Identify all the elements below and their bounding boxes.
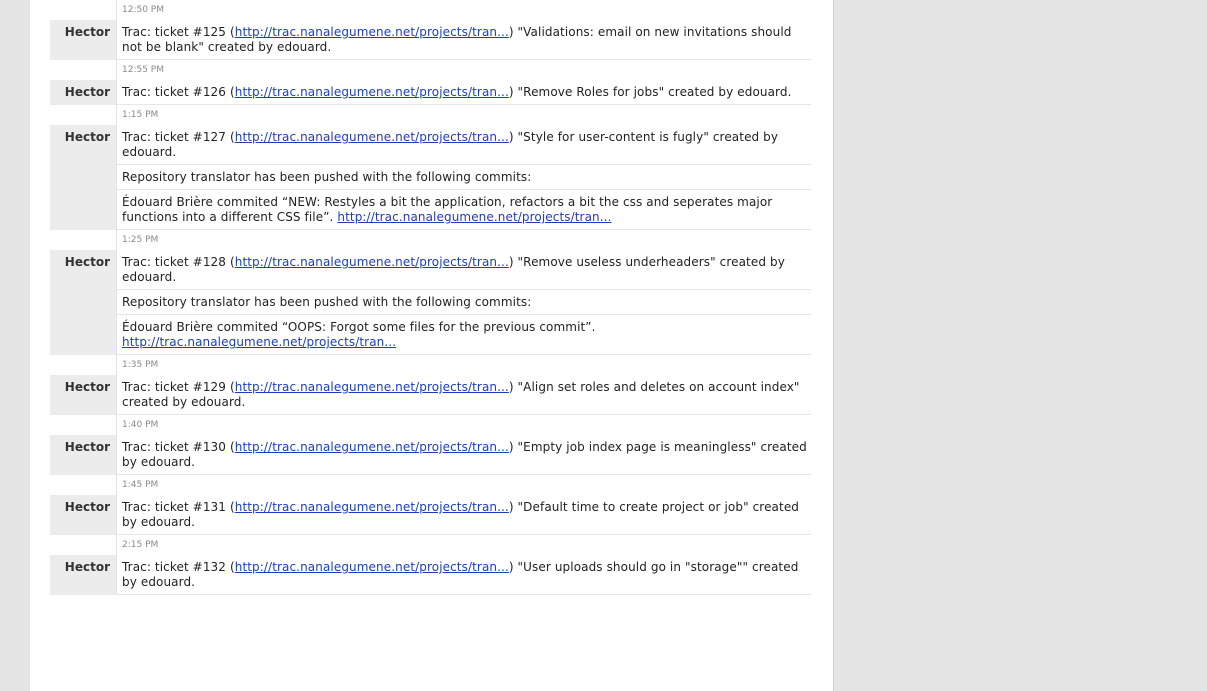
timestamp-row: 12:55 PM [50,60,811,80]
author-name: Hector [50,495,116,535]
message-row: Hector Trac: ticket #132 (http://trac.nan… [50,555,811,595]
ticket-link[interactable]: http://trac.nanalegumene.net/projects/tr… [122,335,396,349]
ticket-link[interactable]: http://trac.nanalegumene.net/projects/tr… [235,255,509,269]
author-name: Hector [50,555,116,595]
message-group: 1:35 PM Hector Trac: ticket #129 (http://t… [50,355,811,415]
message-text-prefix: Repository translator has been pushed wi… [122,295,532,309]
timestamp: 1:40 PM [116,415,811,435]
message-bodies: Trac: ticket #132 (http://trac.nanalegum… [116,555,811,595]
message-text: Édouard Brière commited “NEW: Restyles a… [117,190,811,230]
message-text: Trac: ticket #131 (http://trac.nanalegum… [117,495,811,535]
timestamp-row: 1:15 PM [50,105,811,125]
message-bodies: Trac: ticket #127 (http://trac.nanalegum… [116,125,811,230]
author-name: Hector [50,80,116,105]
timestamp: 12:50 PM [116,0,811,20]
ticket-link[interactable]: http://trac.nanalegumene.net/projects/tr… [235,85,509,99]
message-group: 12:50 PM Hector Trac: ticket #125 (http://… [50,0,811,60]
author-name: Hector [50,250,116,355]
message-row: Hector Trac: ticket #130 (http://trac.nan… [50,435,811,475]
timestamp-gutter [50,0,116,20]
timestamp-gutter [50,415,116,435]
ticket-link[interactable]: http://trac.nanalegumene.net/projects/tr… [337,210,611,224]
message-row: Hector Trac: ticket #125 (http://trac.nan… [50,20,811,60]
message-row: Hector Trac: ticket #129 (http://trac.nan… [50,375,811,415]
message-text: Trac: ticket #128 (http://trac.nanalegum… [117,250,811,290]
message-text: Trac: ticket #127 (http://trac.nanalegum… [117,125,811,165]
message-row: Hector Trac: ticket #131 (http://trac.nan… [50,495,811,535]
message-text: Édouard Brière commited “OOPS: Forgot so… [117,315,811,355]
message-text-prefix: Trac: ticket #126 ( [122,85,235,99]
message-text-prefix: Trac: ticket #130 ( [122,440,235,454]
message-text-prefix: Repository translator has been pushed wi… [122,170,532,184]
ticket-link[interactable]: http://trac.nanalegumene.net/projects/tr… [235,500,509,514]
timestamp-row: 1:35 PM [50,355,811,375]
timestamp: 1:25 PM [116,230,811,250]
message-group: 1:45 PM Hector Trac: ticket #131 (http://t… [50,475,811,535]
timestamp-row: 12:50 PM [50,0,811,20]
ticket-link[interactable]: http://trac.nanalegumene.net/projects/tr… [235,130,509,144]
message-text: Trac: ticket #125 (http://trac.nanalegum… [117,20,811,60]
ticket-link[interactable]: http://trac.nanalegumene.net/projects/tr… [235,380,509,394]
message-bodies: Trac: ticket #129 (http://trac.nanalegum… [116,375,811,415]
author-name: Hector [50,435,116,475]
ticket-link[interactable]: http://trac.nanalegumene.net/projects/tr… [235,560,509,574]
timestamp: 1:35 PM [116,355,811,375]
timestamp: 1:45 PM [116,475,811,495]
message-text: Trac: ticket #130 (http://trac.nanalegum… [117,435,811,475]
timestamp-gutter [50,355,116,375]
message-bodies: Trac: ticket #131 (http://trac.nanalegum… [116,495,811,535]
timestamp-row: 1:45 PM [50,475,811,495]
message-text: Repository translator has been pushed wi… [117,165,811,190]
timestamp-gutter [50,105,116,125]
timestamp-gutter [50,230,116,250]
message-text-prefix: Trac: ticket #132 ( [122,560,235,574]
ticket-link[interactable]: http://trac.nanalegumene.net/projects/tr… [235,440,509,454]
message-bodies: Trac: ticket #125 (http://trac.nanalegum… [116,20,811,60]
message-text-prefix: Édouard Brière commited “OOPS: Forgot so… [122,320,596,334]
message-text-suffix: ) "Remove Roles for jobs" created by edo… [508,85,792,99]
message-row: Hector Trac: ticket #127 (http://trac.nan… [50,125,811,230]
message-text-prefix: Trac: ticket #127 ( [122,130,235,144]
timestamp: 1:15 PM [116,105,811,125]
timestamp: 12:55 PM [116,60,811,80]
message-text: Trac: ticket #126 (http://trac.nanalegum… [117,80,811,105]
author-name: Hector [50,375,116,415]
message-bodies: Trac: ticket #126 (http://trac.nanalegum… [116,80,811,105]
chat-panel: 12:50 PM Hector Trac: ticket #125 (http://… [30,0,834,691]
message-group: 2:15 PM Hector Trac: ticket #132 (http://t… [50,535,811,595]
message-text: Trac: ticket #129 (http://trac.nanalegum… [117,375,811,415]
timestamp-gutter [50,60,116,80]
message-text: Trac: ticket #132 (http://trac.nanalegum… [117,555,811,595]
timestamp-gutter [50,535,116,555]
message-group: 1:40 PM Hector Trac: ticket #130 (http://t… [50,415,811,475]
message-bodies: Trac: ticket #128 (http://trac.nanalegum… [116,250,811,355]
timestamp-row: 1:25 PM [50,230,811,250]
message-bodies: Trac: ticket #130 (http://trac.nanalegum… [116,435,811,475]
timestamp-row: 1:40 PM [50,415,811,435]
message-group: 1:25 PM Hector Trac: ticket #128 (http://t… [50,230,811,355]
message-text-prefix: Trac: ticket #129 ( [122,380,235,394]
chat-transcript: 12:50 PM Hector Trac: ticket #125 (http://… [50,0,811,595]
message-text-prefix: Trac: ticket #131 ( [122,500,235,514]
message-group: 1:15 PM Hector Trac: ticket #127 (http://t… [50,105,811,230]
author-name: Hector [50,20,116,60]
message-text-prefix: Trac: ticket #125 ( [122,25,235,39]
timestamp: 2:15 PM [116,535,811,555]
timestamp-row: 2:15 PM [50,535,811,555]
message-row: Hector Trac: ticket #126 (http://trac.nan… [50,80,811,105]
author-name: Hector [50,125,116,230]
message-row: Hector Trac: ticket #128 (http://trac.nan… [50,250,811,355]
message-text-prefix: Trac: ticket #128 ( [122,255,235,269]
message-group: 12:55 PM Hector Trac: ticket #126 (http://… [50,60,811,105]
message-text: Repository translator has been pushed wi… [117,290,811,315]
timestamp-gutter [50,475,116,495]
ticket-link[interactable]: http://trac.nanalegumene.net/projects/tr… [235,25,509,39]
